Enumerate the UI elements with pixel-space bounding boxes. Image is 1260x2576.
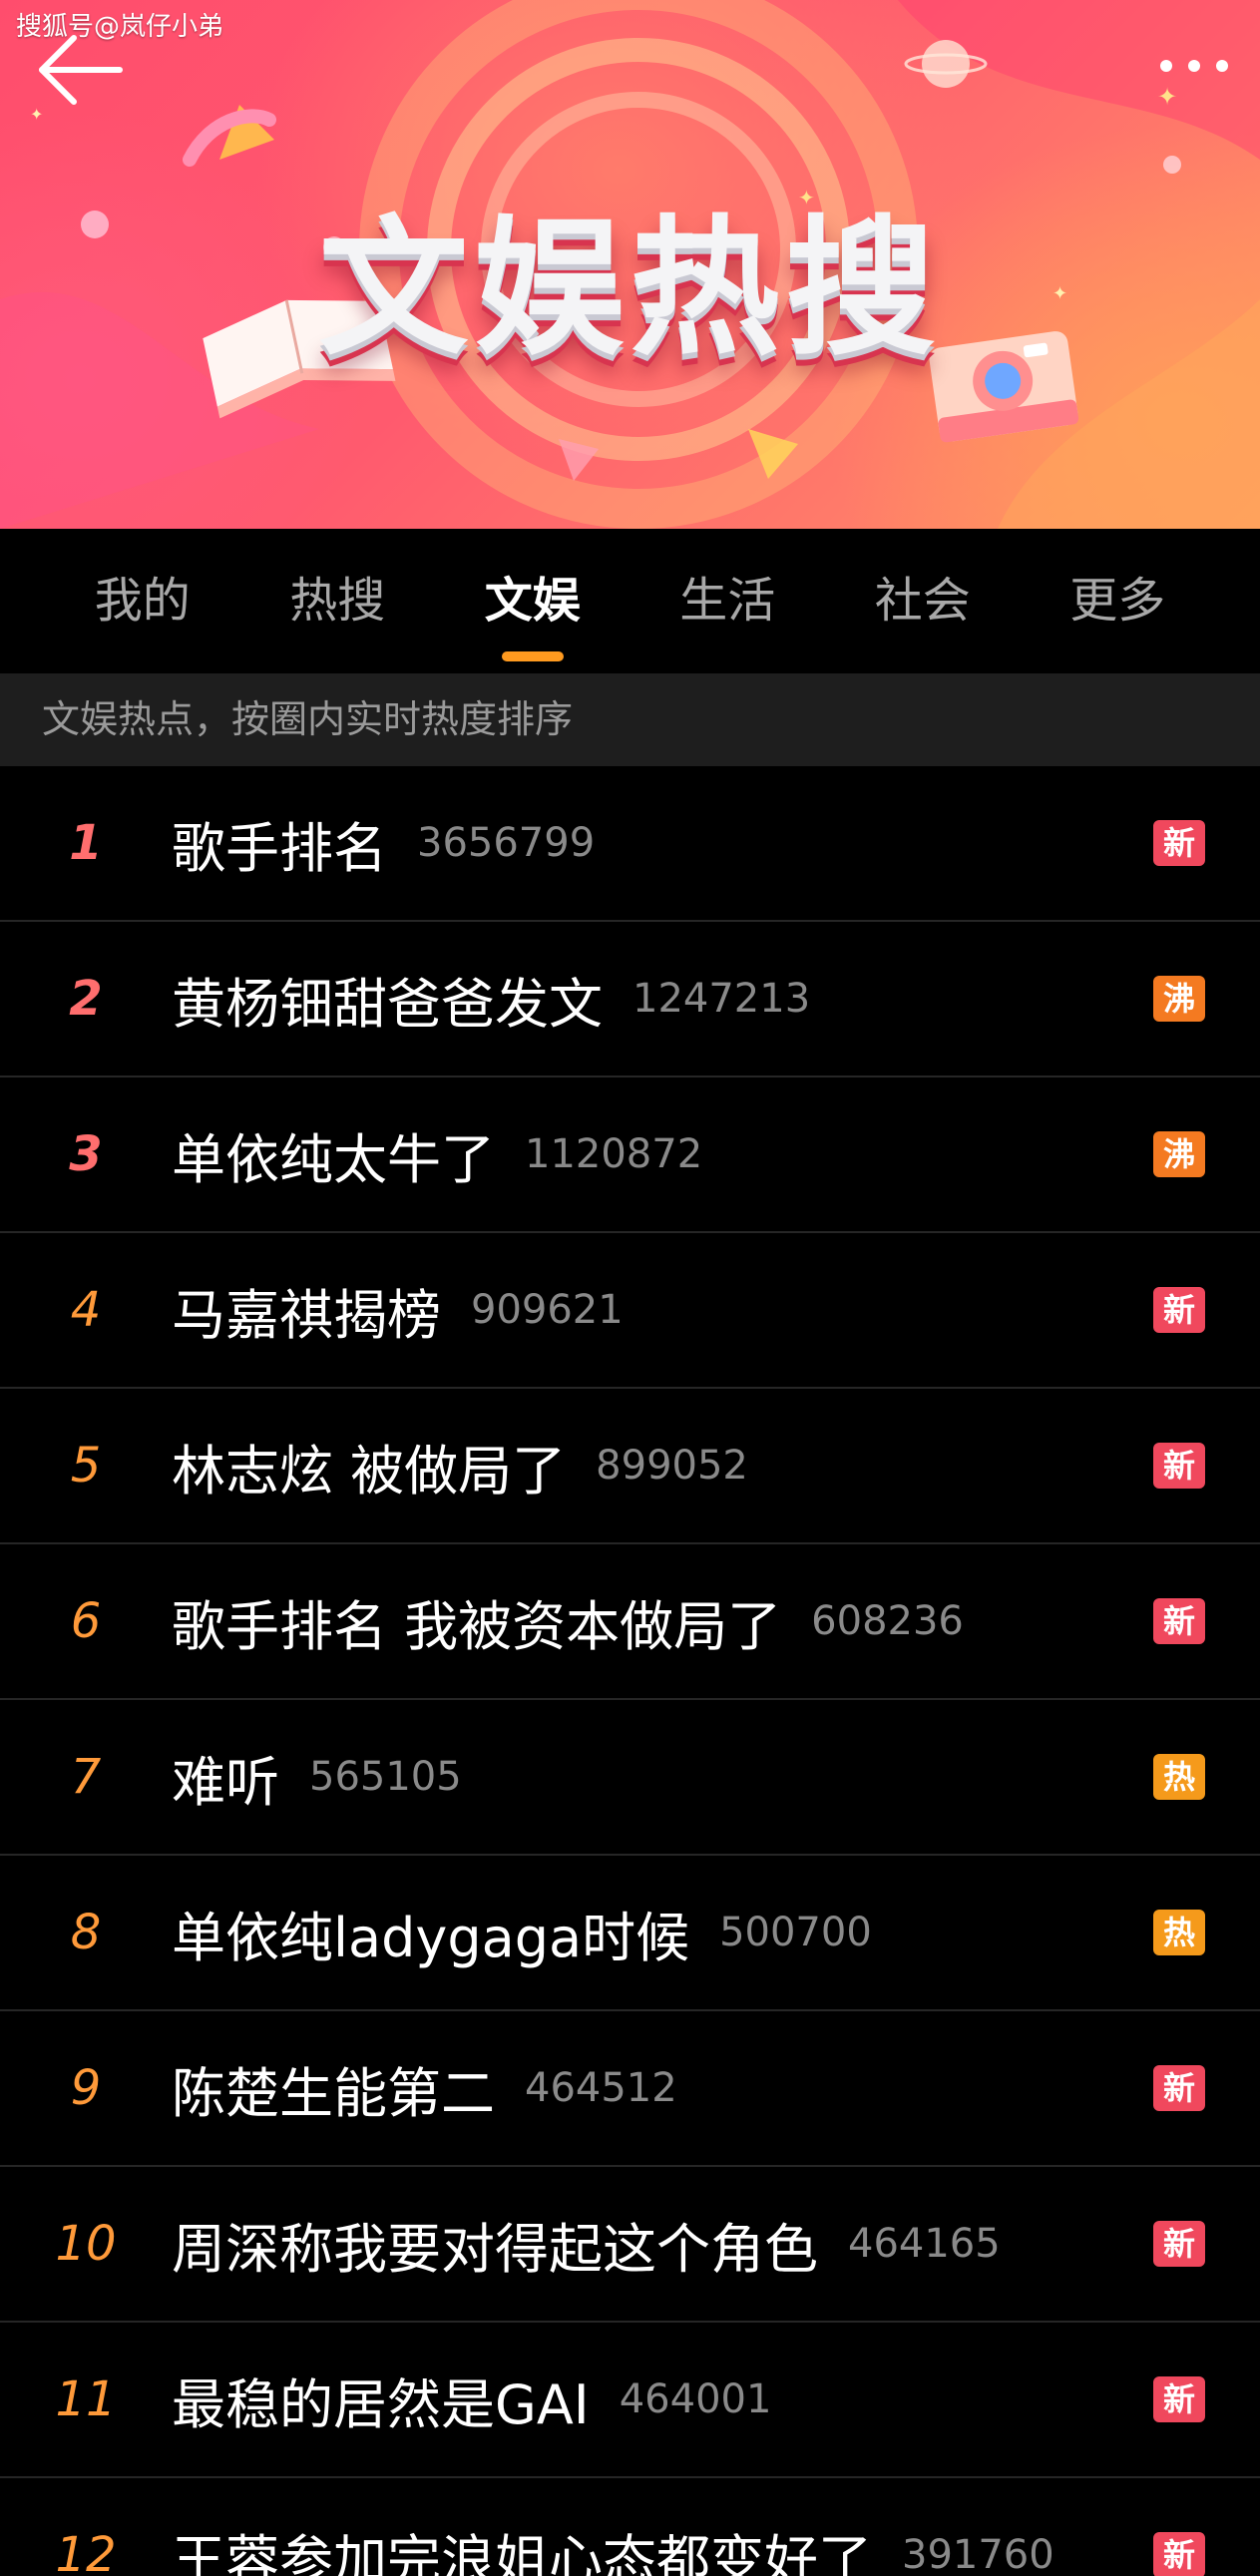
heat-count: 464001: [619, 2376, 772, 2422]
tab-label: 文娱: [484, 573, 581, 629]
status-badge: 新: [1153, 1598, 1205, 1644]
tab-society[interactable]: 社会: [848, 529, 998, 673]
heat-count: 1120872: [525, 1131, 703, 1177]
heat-count: 608236: [811, 1598, 964, 1644]
active-tab-indicator: [501, 651, 564, 661]
list-item[interactable]: 11 最稳的居然是GAI 464001 新: [0, 2323, 1260, 2478]
heat-count: 464165: [848, 2221, 1001, 2267]
more-dots-icon[interactable]: [1154, 46, 1234, 86]
rank-number: 7: [70, 1749, 102, 1805]
item-title: 最稳的居然是GAI: [172, 2372, 590, 2436]
list-item[interactable]: 7 难听 565105 热: [0, 1700, 1260, 1856]
rank-number: 6: [70, 1593, 102, 1649]
status-badge: 新: [1153, 2532, 1205, 2576]
list-item[interactable]: 12 王蓉参加完浪姐心态都变好了 391760 新: [0, 2478, 1260, 2576]
tab-label: 热搜: [289, 573, 386, 629]
rank-number: 9: [70, 2060, 102, 2116]
heat-count: 565105: [309, 1754, 462, 1800]
list-item[interactable]: 9 陈楚生能第二 464512 新: [0, 2011, 1260, 2167]
status-badge: 新: [1153, 2221, 1205, 2267]
list-item[interactable]: 5 林志炫 被做局了 899052 新: [0, 1389, 1260, 1544]
banner: ✦ ✦ ✦ ✦ 文娱热搜 搜狐号@岚仔小弟: [0, 0, 1260, 529]
page: ✦ ✦ ✦ ✦ 文娱热搜 搜狐号@岚仔小弟 我的 热搜 文娱 生活 社会 更多 …: [0, 0, 1260, 2576]
section-subtitle: 文娱热点，按圈内实时热度排序: [0, 673, 1260, 766]
item-title: 歌手排名 我被资本做局了: [172, 1594, 782, 1658]
item-title: 黄杨钿甜爸爸发文: [172, 972, 603, 1036]
tab-life[interactable]: 生活: [652, 529, 802, 673]
item-title: 王蓉参加完浪姐心态都变好了: [172, 2528, 872, 2576]
status-badge: 新: [1153, 1287, 1205, 1333]
rank-number: 5: [70, 1438, 102, 1494]
tab-entertainment[interactable]: 文娱: [458, 529, 608, 673]
heat-count: 464512: [525, 2065, 677, 2111]
rank-number: 10: [55, 2216, 117, 2272]
tab-label: 生活: [679, 573, 776, 629]
svg-text:✦: ✦: [1157, 83, 1177, 111]
rank-number: 1: [69, 815, 103, 871]
tab-bar: 我的 热搜 文娱 生活 社会 更多: [0, 529, 1260, 673]
status-badge: 新: [1153, 1443, 1205, 1489]
status-badge: 沸: [1153, 1131, 1205, 1177]
rank-number: 2: [69, 971, 103, 1027]
banner-title: 文娱热搜: [318, 203, 942, 376]
rank-number: 11: [55, 2371, 117, 2427]
rank-number: 12: [55, 2527, 117, 2576]
heat-count: 391760: [902, 2532, 1054, 2576]
rank-number: 8: [70, 1905, 102, 1960]
back-arrow-icon[interactable]: [30, 30, 130, 110]
item-title: 歌手排名: [172, 816, 387, 880]
heat-count: 909621: [471, 1287, 624, 1333]
tab-mine[interactable]: 我的: [68, 529, 217, 673]
item-title: 陈楚生能第二: [172, 2061, 495, 2125]
list-item[interactable]: 4 马嘉祺揭榜 909621 新: [0, 1233, 1260, 1389]
tab-label: 社会: [874, 573, 971, 629]
item-title: 难听: [172, 1750, 279, 1814]
status-badge: 热: [1153, 1910, 1205, 1955]
status-badge: 新: [1153, 2065, 1205, 2111]
rank-number: 3: [69, 1126, 103, 1182]
rank-number: 4: [70, 1282, 102, 1338]
hot-search-list: 1 歌手排名 3656799 新 2 黄杨钿甜爸爸发文 1247213 沸 3 单依纯太牛了 112…: [0, 766, 1260, 2576]
status-badge: 热: [1153, 1754, 1205, 1800]
status-badge: 沸: [1153, 976, 1205, 1022]
item-title: 周深称我要对得起这个角色: [172, 2217, 818, 2281]
tab-label: 更多: [1069, 573, 1166, 629]
tab-hot-search[interactable]: 热搜: [262, 529, 412, 673]
status-badge: 新: [1153, 2376, 1205, 2422]
list-item[interactable]: 10 周深称我要对得起这个角色 464165 新: [0, 2167, 1260, 2323]
heat-count: 1247213: [632, 976, 811, 1022]
heat-count: 500700: [719, 1910, 872, 1955]
list-item[interactable]: 6 歌手排名 我被资本做局了 608236 新: [0, 1544, 1260, 1700]
item-title: 单依纯ladygaga时候: [172, 1906, 690, 1969]
heat-count: 3656799: [417, 820, 596, 866]
tab-label: 我的: [94, 573, 191, 629]
list-item[interactable]: 8 单依纯ladygaga时候 500700 热: [0, 1856, 1260, 2011]
tab-more[interactable]: 更多: [1043, 529, 1192, 673]
item-title: 单依纯太牛了: [172, 1127, 495, 1191]
item-title: 林志炫 被做局了: [172, 1439, 567, 1503]
item-title: 马嘉祺揭榜: [172, 1283, 441, 1347]
list-item[interactable]: 1 歌手排名 3656799 新: [0, 766, 1260, 922]
list-item[interactable]: 3 单依纯太牛了 1120872 沸: [0, 1077, 1260, 1233]
heat-count: 899052: [596, 1443, 748, 1489]
list-item[interactable]: 2 黄杨钿甜爸爸发文 1247213 沸: [0, 922, 1260, 1077]
status-badge: 新: [1153, 820, 1205, 866]
